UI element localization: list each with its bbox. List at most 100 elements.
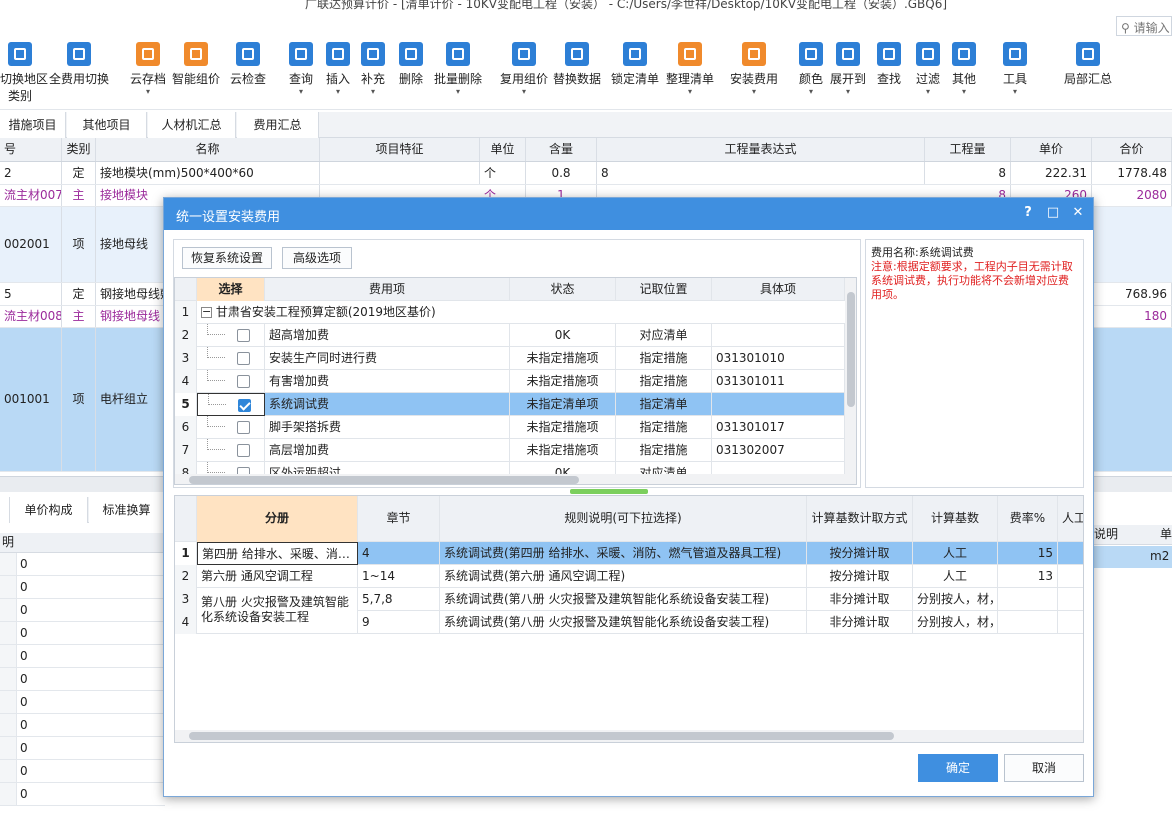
chevron-down-icon[interactable]: ▾ xyxy=(323,87,353,97)
fee-vscroll-thumb[interactable] xyxy=(847,292,855,407)
fee-checkbox[interactable] xyxy=(237,444,250,457)
lower-row[interactable]: 0 xyxy=(0,783,165,806)
fee-row-select-cell[interactable] xyxy=(197,416,265,439)
toolbar-button[interactable]: 整理清单 ▾ xyxy=(664,38,716,104)
fee-checkbox[interactable] xyxy=(238,399,251,412)
tab-stub[interactable] xyxy=(0,497,10,523)
panel-splitter-handle[interactable] xyxy=(570,489,648,494)
rule-row-chapter[interactable]: 9 xyxy=(358,611,440,634)
chevron-down-icon[interactable]: ▾ xyxy=(498,87,550,97)
chevron-down-icon[interactable]: ▾ xyxy=(913,87,943,97)
fee-row[interactable]: 2 超高增加费 0K 对应清单 xyxy=(175,324,845,347)
toolbar-button[interactable]: 智能组价 xyxy=(170,38,222,104)
rule-row-labor[interactable] xyxy=(1058,565,1083,588)
fee-row[interactable]: 5 系统调试费 未指定清单项 指定清单 xyxy=(175,393,845,416)
module-tab[interactable]: 人材机汇总 xyxy=(148,112,236,138)
help-icon[interactable]: ? xyxy=(1020,205,1036,221)
rule-row-description[interactable]: 系统调试费(第八册 火灾报警及建筑智能化系统设备安装工程) xyxy=(440,588,807,611)
chevron-down-icon[interactable]: ▾ xyxy=(432,87,484,97)
module-tab[interactable]: 其他项目 xyxy=(67,112,147,138)
toolbar-button[interactable]: 云存档 ▾ xyxy=(128,38,168,104)
toolbar-button[interactable]: 切换地区 类别 xyxy=(0,38,48,104)
rule-row-method[interactable]: 按分摊计取 xyxy=(807,542,913,565)
toolbar-button[interactable]: 补充 ▾ xyxy=(358,38,388,104)
fee-checkbox[interactable] xyxy=(237,375,250,388)
rule-row-base[interactable]: 分别按人，材，机取费 xyxy=(913,588,998,611)
rule-row-method[interactable]: 非分摊计取 xyxy=(807,611,913,634)
chevron-down-icon[interactable]: ▾ xyxy=(949,87,979,97)
lower-row[interactable]: 0 xyxy=(0,599,165,622)
fee-row-select-cell[interactable] xyxy=(197,370,265,393)
fee-checkbox[interactable] xyxy=(237,421,250,434)
lower-row[interactable]: 0 xyxy=(0,760,165,783)
rule-row-chapter[interactable]: 4 xyxy=(358,542,440,565)
toolbar-button[interactable]: 查询 ▾ xyxy=(286,38,316,104)
fee-row-item[interactable]: 031302007 xyxy=(712,439,845,462)
ok-button[interactable]: 确定 xyxy=(918,754,998,782)
chevron-down-icon[interactable]: ▾ xyxy=(286,87,316,97)
rule-row-rate[interactable] xyxy=(998,588,1058,611)
rule-row-description[interactable]: 系统调试费(第六册 通风空调工程) xyxy=(440,565,807,588)
collapse-icon[interactable]: − xyxy=(201,306,212,318)
rule-row-rate[interactable]: 15 xyxy=(998,542,1058,565)
toolbar-button[interactable]: 查找 xyxy=(874,38,904,104)
fee-row-item[interactable]: 031301011 xyxy=(712,370,845,393)
lower-row[interactable]: 0 xyxy=(0,622,165,645)
rule-row-rate[interactable] xyxy=(998,611,1058,634)
rule-row-labor[interactable] xyxy=(1058,542,1083,565)
toolbar-button[interactable]: 过滤 ▾ xyxy=(913,38,943,104)
fee-row-position[interactable]: 指定清单 xyxy=(616,393,712,416)
fee-row-item[interactable] xyxy=(712,324,845,347)
rule-row-base[interactable]: 分别按人，材，机取费 xyxy=(913,611,998,634)
fee-row-select-cell[interactable] xyxy=(197,324,265,347)
fee-row-position[interactable]: 指定措施 xyxy=(616,347,712,370)
toolbar-button[interactable]: 其他 ▾ xyxy=(949,38,979,104)
toolbar-button[interactable]: 插入 ▾ xyxy=(323,38,353,104)
fee-row-select-cell[interactable] xyxy=(197,347,265,370)
tab-standard-conversion[interactable]: 标准换算 xyxy=(89,497,165,523)
rule-row[interactable]: 3 第八册 火灾报警及建筑智能化系统设备安装工程 5,7,8 系统调试费(第八册 火灾… xyxy=(175,588,1083,634)
right-grid-row[interactable]: m2 xyxy=(1094,546,1172,568)
maximize-icon[interactable]: □ xyxy=(1045,205,1061,221)
advanced-options-button[interactable]: 高级选项 xyxy=(282,247,352,269)
toolbar-button[interactable]: 颜色 ▾ xyxy=(796,38,826,104)
rule-row-book[interactable]: 第六册 通风空调工程 xyxy=(197,565,358,588)
toolbar-button[interactable]: 局部汇总 xyxy=(1062,38,1114,104)
chevron-down-icon[interactable]: ▾ xyxy=(1000,87,1030,97)
rule-row-chapter[interactable]: 1~14 xyxy=(358,565,440,588)
fee-row[interactable]: 6 脚手架搭拆费 未指定措施项 指定措施 031301017 xyxy=(175,416,845,439)
lower-row[interactable]: 0 xyxy=(0,668,165,691)
toolbar-button[interactable]: 云检查 xyxy=(228,38,268,104)
rule-row-description[interactable]: 系统调试费(第四册 给排水、采暖、消防、燃气管道及器具工程) xyxy=(440,542,807,565)
fee-group-row[interactable]: 1 − 甘肃省安装工程预算定额(2019地区基价) xyxy=(175,301,845,324)
rule-row-description[interactable]: 系统调试费(第八册 火灾报警及建筑智能化系统设备安装工程) xyxy=(440,611,807,634)
chevron-down-icon[interactable]: ▾ xyxy=(358,87,388,97)
toolbar-button[interactable]: 复用组价 ▾ xyxy=(498,38,550,104)
rule-row-labor[interactable] xyxy=(1058,611,1083,634)
fee-row-select-cell[interactable] xyxy=(197,393,265,416)
cancel-button[interactable]: 取消 xyxy=(1004,754,1084,782)
toolbar-button[interactable]: 展开到 ▾ xyxy=(828,38,868,104)
rule-hscroll[interactable] xyxy=(175,730,1083,742)
lower-row[interactable]: 0 xyxy=(0,576,165,599)
lower-row[interactable]: 0 xyxy=(0,737,165,760)
tab-price-composition[interactable]: 单价构成 xyxy=(10,497,88,523)
rule-row[interactable]: 1 第四册 给排水、采暖、消… 4 系统调试费(第四册 给排水、采暖、消防、燃气管道及… xyxy=(175,542,1083,565)
module-tab[interactable]: 措施项目 xyxy=(0,112,66,138)
fee-vscroll[interactable] xyxy=(845,278,856,474)
rule-row-chapter[interactable]: 5,7,8 xyxy=(358,588,440,611)
module-tab[interactable]: 费用汇总 xyxy=(237,112,319,138)
rule-row-book[interactable]: 第八册 火灾报警及建筑智能化系统设备安装工程 xyxy=(197,588,358,634)
rule-row-labor[interactable] xyxy=(1058,588,1083,611)
close-icon[interactable]: ✕ xyxy=(1070,205,1086,221)
chevron-down-icon[interactable]: ▾ xyxy=(728,87,780,97)
rule-row-book[interactable]: 第四册 给排水、采暖、消… xyxy=(197,542,358,565)
lower-row[interactable]: 0 xyxy=(0,553,165,576)
chevron-down-icon[interactable]: ▾ xyxy=(128,87,168,97)
fee-row[interactable]: 7 高层增加费 未指定措施项 指定措施 031302007 xyxy=(175,439,845,462)
fee-row-position[interactable]: 指定措施 xyxy=(616,370,712,393)
toolbar-button[interactable]: 删除 xyxy=(396,38,426,104)
fee-row[interactable]: 3 安装生产同时进行费 未指定措施项 指定措施 031301010 xyxy=(175,347,845,370)
fee-row-select-cell[interactable] xyxy=(197,439,265,462)
toolbar-button[interactable]: 全费用切换 xyxy=(48,38,110,104)
